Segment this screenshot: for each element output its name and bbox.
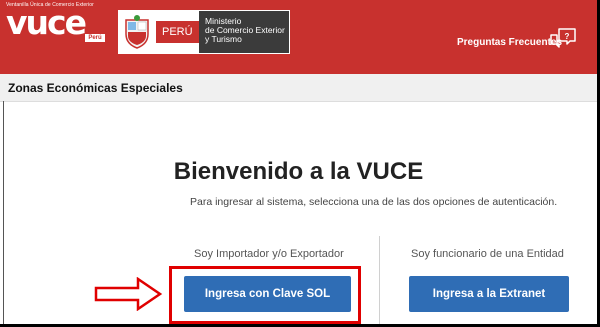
section-title: Zonas Económicas Especiales [8, 81, 183, 95]
vuce-logo[interactable]: vuce [6, 6, 87, 39]
page-title: Bienvenido a la VUCE [173, 158, 424, 185]
options-divider [379, 236, 380, 324]
header: Ventanilla Única de Comercio Exterior vu… [0, 0, 597, 74]
importer-label: Soy Importador y/o Exportador [194, 248, 344, 260]
ministry-line-3: y Turismo [205, 34, 242, 44]
section-bar: Zonas Económicas Especiales [0, 74, 597, 102]
page-subtitle: Para ingresar al sistema, selecciona una… [190, 196, 558, 208]
faq-link[interactable]: Preguntas Frecuentes [457, 37, 562, 48]
ministry-name: Ministerio de Comercio Exterior y Turism… [199, 11, 289, 53]
coat-of-arms-icon [122, 14, 152, 50]
extranet-button[interactable]: Ingresa a la Extranet [409, 276, 569, 312]
left-border [3, 101, 4, 324]
logo-country: Perú [85, 34, 105, 42]
svg-text:?: ? [565, 32, 570, 41]
page-frame: Ventanilla Única de Comercio Exterior vu… [0, 0, 600, 327]
official-label: Soy funcionario de una Entidad [411, 248, 564, 260]
ministry-logo: PERÚ Ministerio de Comercio Exterior y T… [118, 10, 290, 54]
faq-chat-icon[interactable]: ? [550, 28, 576, 50]
gov-country-label: PERÚ [156, 21, 199, 43]
highlight-box [169, 266, 361, 324]
right-arrow-icon [94, 277, 163, 311]
